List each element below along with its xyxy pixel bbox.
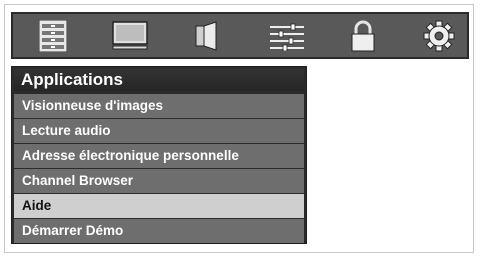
speaker-icon[interactable]	[177, 14, 237, 57]
menu-item-image-viewer[interactable]: Visionneuse d'images	[14, 94, 304, 118]
menu-item-start-demo[interactable]: Démarrer Démo	[14, 219, 304, 243]
lock-icon[interactable]	[333, 14, 393, 57]
menu-item-audio-playback[interactable]: Lecture audio	[14, 119, 304, 143]
menu-item-help[interactable]: Aide	[14, 194, 304, 218]
menu-item-channel-browser[interactable]: Channel Browser	[14, 169, 304, 193]
list-icon[interactable]	[23, 14, 83, 57]
sliders-icon[interactable]	[257, 14, 317, 57]
applications-menu: Applications Visionneuse d'images Lectur…	[11, 66, 307, 244]
icon-toolbar	[11, 12, 469, 59]
menu-item-personal-email[interactable]: Adresse électronique personnelle	[14, 144, 304, 168]
monitor-icon[interactable]	[100, 14, 160, 57]
menu-title: Applications	[14, 69, 304, 91]
gear-icon[interactable]	[409, 14, 469, 57]
